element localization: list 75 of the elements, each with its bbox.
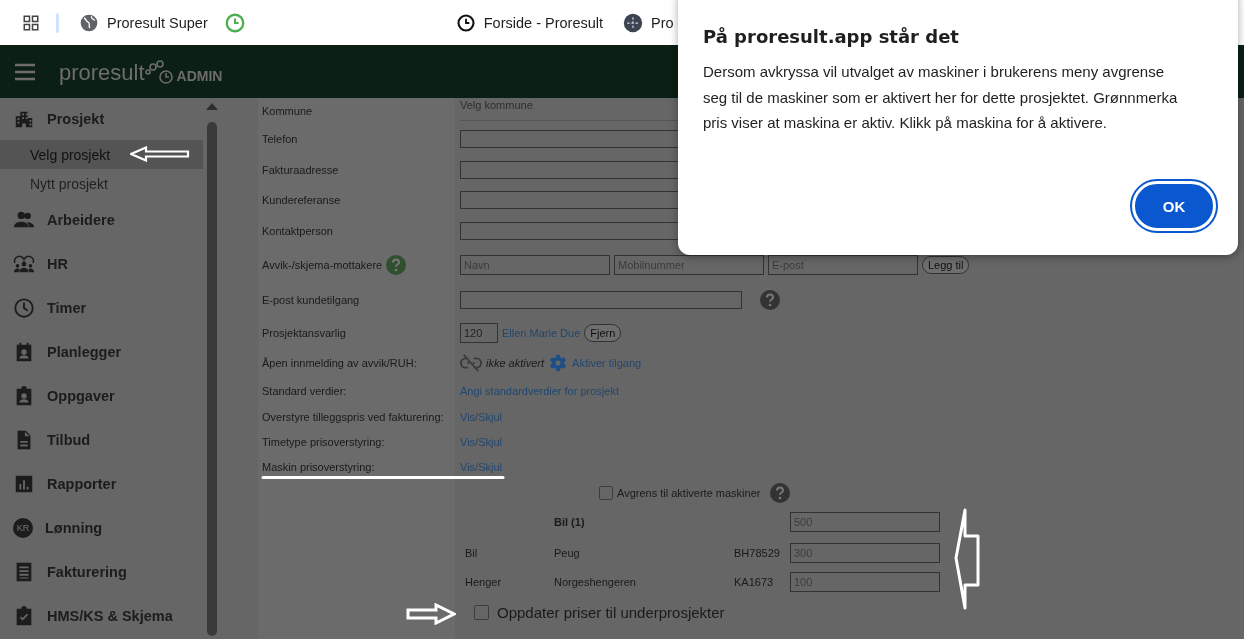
- field-label: Standard verdier:: [262, 384, 347, 397]
- toggle-link[interactable]: Vis/Skjul: [460, 435, 502, 448]
- sidebar-item[interactable]: Fakturering: [0, 550, 218, 594]
- machine-group[interactable]: Bil (1): [554, 516, 734, 528]
- sidebar-item[interactable]: Tilbud: [0, 418, 218, 462]
- browser-tab[interactable]: Proresult Super: [79, 12, 208, 33]
- sidebar-subitem[interactable]: Nytt prosjekt: [0, 169, 203, 198]
- bar-chart-icon: [13, 473, 35, 495]
- arrow-annotation: [406, 603, 456, 625]
- clock-icon: [13, 297, 35, 319]
- logo-text: proresult: [59, 59, 145, 86]
- sidebar-item[interactable]: HMS/KS & Skjema: [0, 594, 218, 638]
- globe-icon: [79, 12, 99, 33]
- help-icon[interactable]: [386, 255, 407, 275]
- bubbles-clock-icon: [144, 57, 173, 86]
- machine-type: Bil: [465, 546, 479, 559]
- clock-icon: [223, 11, 246, 34]
- sidebar-item[interactable]: Timer: [0, 286, 218, 330]
- sidebar-item[interactable]: KR Lønning: [0, 506, 218, 550]
- arrow-annotation: [130, 146, 190, 162]
- help-icon[interactable]: [770, 483, 791, 503]
- grid-circle-icon: [623, 12, 643, 33]
- person-link[interactable]: Ellen Marie Due: [502, 326, 581, 339]
- activate-link[interactable]: Aktiver tilgang: [572, 356, 642, 369]
- field-label: Telefon: [262, 133, 298, 145]
- add-button[interactable]: Legg til: [922, 256, 970, 274]
- checkbox-label: Avgrens til aktiverte maskiner: [617, 487, 761, 499]
- gear-icon: [548, 352, 569, 373]
- sidebar-item[interactable]: Oppgaver: [0, 374, 218, 418]
- browser-tab[interactable]: Forside - Proresult: [455, 12, 603, 33]
- kr-coin-icon: KR: [13, 518, 33, 538]
- help-icon[interactable]: [760, 290, 780, 310]
- field-label: Åpen innmelding av avvik/RUH:: [262, 356, 417, 369]
- field-label: E-post kundetilgang: [262, 294, 360, 306]
- scroll-up-icon[interactable]: [206, 102, 218, 110]
- toggle-link[interactable]: Vis/Skjul: [460, 410, 502, 423]
- field-label: Maskin prisoverstyring:: [262, 461, 375, 473]
- sidebar-item[interactable]: Prosjekt: [0, 98, 218, 140]
- machine-name[interactable]: Peug: [554, 546, 734, 559]
- machine-name[interactable]: Norgeshengeren: [554, 576, 734, 588]
- field-label: Kontaktperson: [262, 224, 333, 237]
- field-label: Timetype prisoverstyring:: [262, 435, 385, 448]
- dialog-title: På proresult.app står det: [703, 26, 960, 47]
- scrollbar-thumb[interactable]: [207, 122, 217, 636]
- ok-button[interactable]: OK: [1132, 181, 1216, 231]
- admin-label: ADMIN: [176, 67, 223, 84]
- group-icon: [13, 253, 35, 275]
- field-label: Kundereferanse: [262, 193, 341, 206]
- clock-icon: [455, 12, 476, 33]
- field-label: Avvik-/skjema-mottakere: [262, 259, 383, 271]
- registration-number: BH78529: [734, 546, 781, 559]
- toggle-link[interactable]: Vis/Skjul: [460, 461, 502, 473]
- browser-tab[interactable]: Pro: [623, 12, 674, 33]
- machine-type: Henger: [465, 576, 503, 588]
- remove-button[interactable]: Fjern: [584, 323, 622, 342]
- field-label: Kommune: [262, 104, 313, 117]
- apps-grid-icon: [22, 13, 40, 32]
- checkbox[interactable]: [474, 605, 489, 620]
- sidebar-item[interactable]: Rapporter: [0, 462, 218, 506]
- sidebar-subitem[interactable]: Velg prosjekt: [0, 140, 203, 169]
- dialog-message: Dersom avkryssa vil utvalget av maskiner i brukerens meny avgrense seg til de maskiner som er aktivert her for dette prosjektet. Grønnmerka pris viser at maskina er aktiv. Klikk på maskina for å aktivere.: [703, 62, 1179, 133]
- toggle-link[interactable]: Angi standardverdier for prosjekt: [460, 384, 619, 397]
- registration-number: KA1673: [734, 576, 775, 588]
- status-text: ikke aktivert: [486, 356, 545, 369]
- field-label: Overstyre tilleggspris ved fakturering:: [262, 410, 444, 423]
- input-field[interactable]: 120: [460, 322, 498, 343]
- broken-link-icon: [460, 351, 482, 374]
- input-field[interactable]: [460, 291, 742, 309]
- sidebar-item[interactable]: Planlegger: [0, 330, 218, 374]
- sidebar-item[interactable]: HR: [0, 242, 218, 286]
- field-label: Fakturaadresse: [262, 164, 339, 176]
- sidebar-item[interactable]: Arbeidere: [0, 198, 218, 242]
- field-label: Prosjektansvarlig: [262, 326, 346, 339]
- checkbox-label: Oppdater priser til underprosjekter: [497, 604, 725, 621]
- checkbox[interactable]: [599, 486, 613, 500]
